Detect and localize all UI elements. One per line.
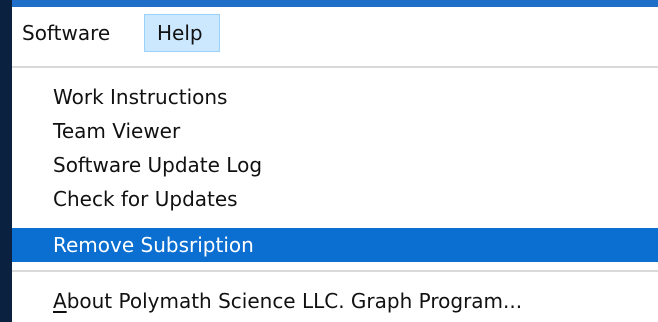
menu-item-team-viewer[interactable]: Team Viewer xyxy=(12,114,658,148)
menu-item-remove-subscription[interactable]: Remove Subsription xyxy=(12,228,658,262)
menu-software-label: Software xyxy=(22,21,111,45)
menu-help-label: Help xyxy=(157,21,203,45)
menu-item-label: Work Instructions xyxy=(53,85,228,109)
menu-separator-top xyxy=(12,66,658,68)
menu-item-label: Team Viewer xyxy=(53,119,181,143)
app-window: Software Help Work Instructions Team Vie… xyxy=(0,0,658,322)
menu-item-software-update-log[interactable]: Software Update Log xyxy=(12,148,658,182)
menu-software[interactable]: Software xyxy=(12,14,140,52)
about-label-rest: bout Polymath Science LLC. Graph Program… xyxy=(66,289,523,313)
window-top-accent xyxy=(12,0,658,7)
about-accelerator-char: A xyxy=(53,289,67,313)
menu-item-work-instructions[interactable]: Work Instructions xyxy=(12,80,658,114)
help-dropdown-menu: Work Instructions Team Viewer Software U… xyxy=(12,55,658,322)
menu-item-label: About Polymath Science LLC. Graph Progra… xyxy=(53,289,522,313)
menu-item-label: Check for Updates xyxy=(53,187,238,211)
menu-help[interactable]: Help xyxy=(144,14,220,52)
menubar: Software Help xyxy=(12,7,658,55)
menu-item-about[interactable]: About Polymath Science LLC. Graph Progra… xyxy=(12,284,658,318)
menu-item-check-for-updates[interactable]: Check for Updates xyxy=(12,182,658,216)
window-left-border xyxy=(0,0,12,322)
menu-item-label: Software Update Log xyxy=(53,153,263,177)
menu-item-label: Remove Subsription xyxy=(53,233,254,257)
menu-separator-bottom xyxy=(12,270,658,272)
